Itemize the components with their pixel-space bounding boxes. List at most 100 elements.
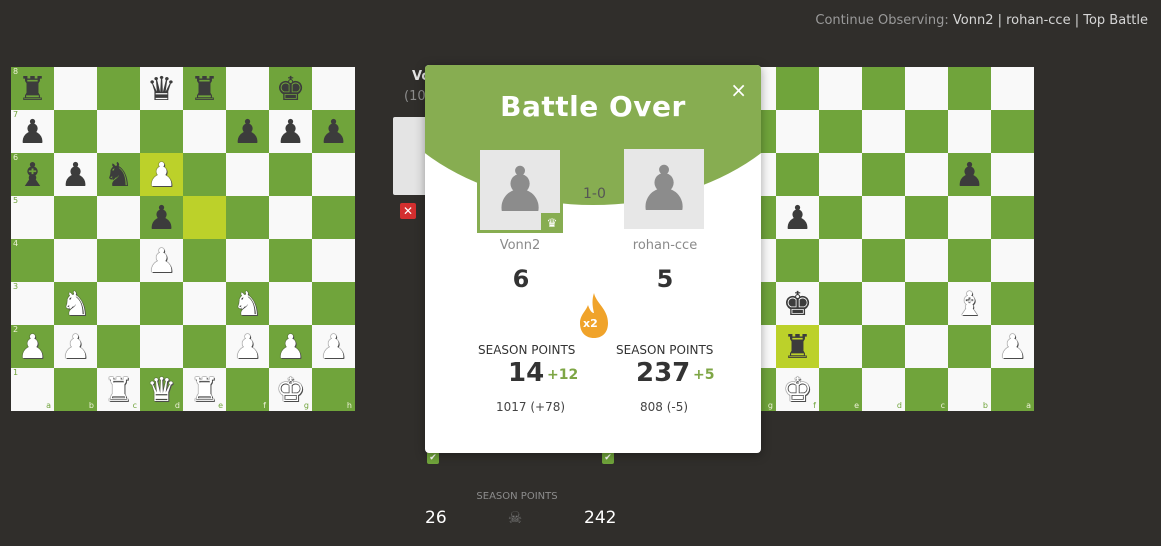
square-d6[interactable] [862, 282, 905, 325]
player2-avatar[interactable]: ♟ [624, 149, 704, 229]
square-b7[interactable] [54, 110, 97, 153]
white-pawn-icon[interactable]: ♟ [998, 325, 1028, 368]
black-pawn-icon[interactable]: ♟ [319, 110, 349, 153]
square-c6[interactable]: ♞ [97, 153, 140, 196]
square-a7[interactable]: 7 ♟ [11, 110, 54, 153]
square-a1[interactable] [991, 67, 1034, 110]
square-e5[interactable] [183, 196, 226, 239]
square-b1[interactable] [948, 67, 991, 110]
square-d2[interactable] [862, 110, 905, 153]
square-h6[interactable] [312, 153, 355, 196]
left-chess-board[interactable]: 8 ♜ ♛ ♜ ♚ 7 ♟ ♟ ♟ ♟ 6 ♝ ♟ ♞ ♟ 5 ♟ 4 ♟ 3 ♞ ♞ 2 ♟ ♟ ♟ ♟ ♟ 1 a b c ♜ d ♛ e ♜ f g ♚… [11, 67, 355, 411]
square-g4[interactable] [269, 239, 312, 282]
square-f2[interactable] [776, 110, 819, 153]
square-e6[interactable] [819, 282, 862, 325]
square-d8[interactable]: d [862, 368, 905, 411]
square-f5[interactable] [226, 196, 269, 239]
square-a7[interactable]: ♟ [991, 325, 1034, 368]
square-d1[interactable]: d ♛ [140, 368, 183, 411]
square-g6[interactable] [269, 153, 312, 196]
square-e7[interactable] [819, 325, 862, 368]
square-g8[interactable]: ♚ [269, 67, 312, 110]
white-pawn-icon[interactable]: ♟ [319, 325, 349, 368]
square-d3[interactable] [140, 282, 183, 325]
square-b7[interactable] [948, 325, 991, 368]
square-f2[interactable]: ♟ [226, 325, 269, 368]
white-rook-icon[interactable]: ♜ [104, 368, 134, 411]
square-f1[interactable] [776, 67, 819, 110]
observe-player2-link[interactable]: rohan-cce [1006, 13, 1070, 28]
square-f3[interactable] [776, 153, 819, 196]
square-h1[interactable]: h [312, 368, 355, 411]
square-c2[interactable] [905, 110, 948, 153]
white-pawn-icon[interactable]: ♟ [233, 325, 263, 368]
white-king-icon[interactable]: ♚ [276, 368, 306, 411]
close-icon[interactable]: × [730, 78, 747, 102]
square-e2[interactable] [819, 110, 862, 153]
square-b5[interactable] [948, 239, 991, 282]
square-c5[interactable] [905, 239, 948, 282]
square-c3[interactable] [97, 282, 140, 325]
square-f6[interactable] [226, 153, 269, 196]
square-a1[interactable]: 1a [11, 368, 54, 411]
square-a4[interactable] [991, 196, 1034, 239]
square-d7[interactable] [140, 110, 183, 153]
square-e1[interactable]: e ♜ [183, 368, 226, 411]
square-b6[interactable]: ♝ [948, 282, 991, 325]
square-c1[interactable]: c ♜ [97, 368, 140, 411]
square-c7[interactable] [97, 110, 140, 153]
square-d7[interactable] [862, 325, 905, 368]
square-f3[interactable]: ♞ [226, 282, 269, 325]
square-e4[interactable] [819, 196, 862, 239]
black-queen-icon[interactable]: ♛ [147, 67, 177, 110]
square-d5[interactable] [862, 239, 905, 282]
black-pawn-icon[interactable]: ♟ [61, 153, 91, 196]
square-f4[interactable]: ♟ [776, 196, 819, 239]
square-b4[interactable] [54, 239, 97, 282]
square-e6[interactable] [183, 153, 226, 196]
black-pawn-icon[interactable]: ♟ [233, 110, 263, 153]
square-f8[interactable]: f ♚ [776, 368, 819, 411]
square-c7[interactable] [905, 325, 948, 368]
square-e2[interactable] [183, 325, 226, 368]
square-e3[interactable] [819, 153, 862, 196]
square-e5[interactable] [819, 239, 862, 282]
close-icon[interactable]: ✕ [400, 203, 416, 219]
square-f6[interactable]: ♚ [776, 282, 819, 325]
square-g3[interactable] [269, 282, 312, 325]
square-g1[interactable]: g ♚ [269, 368, 312, 411]
white-pawn-icon[interactable]: ♟ [61, 325, 91, 368]
black-rook-icon[interactable]: ♜ [18, 67, 48, 110]
square-f8[interactable] [226, 67, 269, 110]
square-d5[interactable]: ♟ [140, 196, 183, 239]
square-f1[interactable]: f [226, 368, 269, 411]
square-g2[interactable]: ♟ [269, 325, 312, 368]
square-h3[interactable] [312, 282, 355, 325]
square-c3[interactable] [905, 153, 948, 196]
top-battle-link[interactable]: Top Battle [1083, 13, 1148, 28]
square-f4[interactable] [226, 239, 269, 282]
square-a4[interactable]: 4 [11, 239, 54, 282]
square-f7[interactable]: ♜ [776, 325, 819, 368]
square-b8[interactable] [54, 67, 97, 110]
square-f7[interactable]: ♟ [226, 110, 269, 153]
square-a6[interactable]: 6 ♝ [11, 153, 54, 196]
white-pawn-icon[interactable]: ♟ [18, 325, 48, 368]
white-queen-icon[interactable]: ♛ [147, 368, 177, 411]
square-e1[interactable] [819, 67, 862, 110]
square-a6[interactable] [991, 282, 1034, 325]
player2-name[interactable]: rohan-cce [605, 238, 725, 253]
square-h8[interactable] [312, 67, 355, 110]
square-a8[interactable]: a [991, 368, 1034, 411]
square-c8[interactable] [97, 67, 140, 110]
square-e7[interactable] [183, 110, 226, 153]
square-h5[interactable] [312, 196, 355, 239]
square-c2[interactable] [97, 325, 140, 368]
white-knight-icon[interactable]: ♞ [61, 282, 91, 325]
observe-player1-link[interactable]: Vonn2 [953, 13, 994, 28]
black-knight-icon[interactable]: ♞ [104, 153, 134, 196]
square-e3[interactable] [183, 282, 226, 325]
square-b4[interactable] [948, 196, 991, 239]
square-e8[interactable]: e [819, 368, 862, 411]
white-rook-icon[interactable]: ♜ [190, 368, 220, 411]
